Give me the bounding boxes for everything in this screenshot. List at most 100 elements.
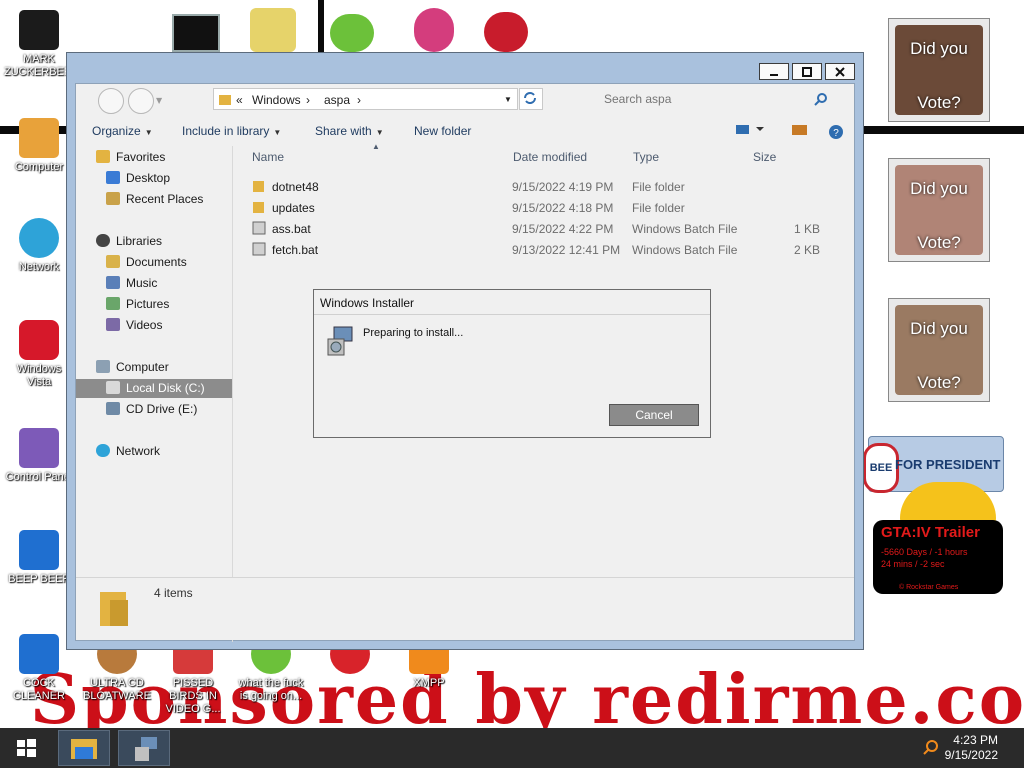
desktop-icon-label: Network [18,261,60,273]
minimize-icon [770,73,778,76]
address-dropdown-icon[interactable]: ▼ [504,95,512,104]
column-size[interactable]: Size [753,150,776,164]
nav-network[interactable]: Network [96,442,160,461]
nav-music-label: Music [126,276,158,290]
address-bar[interactable]: « Windows › aspa › ▼ [213,88,518,110]
column-name[interactable]: Name [252,150,284,164]
search-icon[interactable] [814,92,828,106]
desktop-icon-label: BEEP BEEP [8,573,70,585]
search-icon[interactable] [922,739,940,757]
folder-icon [253,181,264,192]
change-view-button[interactable] [736,124,766,139]
file-row[interactable]: fetch.bat 9/13/2022 12:41 PM Windows Bat… [232,239,854,260]
desktop-icon-computer[interactable]: Computer [4,118,74,174]
desktop-icon-beep-beep[interactable]: BEEP BEEP [4,530,74,586]
installer-icon [327,326,353,356]
file-explorer-icon [71,739,97,759]
include-in-library-button[interactable]: Include in library ▼ [182,124,281,138]
taskbar-explorer-button[interactable] [58,730,110,766]
nav-favorites[interactable]: Favorites [96,148,165,167]
nav-computer-label: Computer [116,360,169,374]
clock-time: 4:23 PM [953,733,998,747]
wallpaper-stripe [318,0,324,52]
refresh-button[interactable] [519,88,543,110]
desktop-icon-cock-cleaner[interactable]: COCK CLEANER [4,634,74,703]
taskbar-installer-button[interactable] [118,730,170,766]
file-row[interactable]: updates 9/15/2022 4:18 PM File folder [232,197,854,218]
gta-widget[interactable]: GTA:IV Trailer -5660 Days / -1 hours 24 m… [873,520,1003,594]
close-button[interactable] [825,63,855,80]
nav-network-label: Network [116,444,161,458]
minimize-button[interactable] [759,63,789,80]
nav-music[interactable]: Music [106,274,157,293]
navigation-pane: Favorites Desktop Recent Places Librarie… [76,146,233,642]
nav-videos[interactable]: Videos [106,316,162,335]
nav-computer[interactable]: Computer [96,358,169,377]
desktop-icon-control-panel[interactable]: Control Panel [4,428,74,484]
cancel-button[interactable]: Cancel [609,404,699,426]
clock-date: 9/15/2022 [944,748,998,762]
desktop-icon-label: XMPP [413,677,445,689]
search-input[interactable] [602,90,806,108]
desktop-icon-windows-vista[interactable]: Windows Vista [4,320,74,389]
star-icon [96,150,110,163]
new-folder-button[interactable]: New folder [414,124,471,138]
history-dropdown-icon[interactable]: ▼ [156,96,162,105]
forward-button[interactable] [128,88,154,114]
maximize-button[interactable] [792,63,822,80]
cmd-icon[interactable] [172,14,220,52]
nav-documents-label: Documents [126,255,187,269]
vote-widget[interactable]: Did you Vote? [888,298,990,402]
gta-line2: 24 mins / -2 sec [881,559,945,569]
folder-tools-icon[interactable] [250,8,296,52]
gta-line1: -5660 Days / -1 hours [881,547,968,557]
gta-title: GTA:IV Trailer [881,524,980,541]
nav-libraries-label: Libraries [116,234,163,248]
pissed-bird-icon[interactable] [330,14,374,52]
share-with-button[interactable]: Share with ▼ [315,124,384,138]
taskbar: 4:23 PM 9/15/2022 [0,728,1024,768]
blue-panel-icon [19,530,59,570]
desktop-icon-network[interactable]: Network [4,218,74,274]
search-box[interactable] [598,88,834,110]
desktop-icon-label: Windows Vista [16,363,62,388]
new-folder-label: New folder [414,124,472,138]
system-clock[interactable]: 4:23 PM 9/15/2022 [945,733,998,763]
nav-cd-drive[interactable]: CD Drive (E:) [106,400,197,419]
vote-widget[interactable]: Did you Vote? [888,158,990,262]
file-date: 9/15/2022 4:22 PM [512,222,614,236]
vote-widget[interactable]: Did you Vote? [888,18,990,122]
column-type[interactable]: Type [633,150,659,164]
desktop-icon-mark-zuckerberg[interactable]: MARK ZUCKERBERG [4,10,80,79]
person-icon [19,10,59,50]
column-date[interactable]: Date modified [513,150,587,164]
chevron-down-icon: ▼ [144,128,153,137]
back-button[interactable] [98,88,124,114]
nav-libraries[interactable]: Libraries [96,232,162,251]
breadcrumb-windows[interactable]: Windows [252,93,301,107]
start-button[interactable] [0,730,52,766]
nav-desktop[interactable]: Desktop [106,169,170,188]
batch-file-icon [252,242,266,256]
sort-arrow-icon: ▲ [372,142,380,151]
help-button[interactable]: ? [828,124,844,143]
organize-button[interactable]: Organize ▼ [92,124,153,138]
help-icon: ? [829,125,843,139]
nav-recent-places[interactable]: Recent Places [106,190,203,209]
nav-pictures[interactable]: Pictures [106,295,169,314]
paint-icon[interactable] [414,8,454,52]
file-row[interactable]: ass.bat 9/15/2022 4:22 PM Windows Batch … [232,218,854,239]
caption-buttons [756,63,855,80]
file-row[interactable]: dotnet48 9/15/2022 4:19 PM File folder [232,176,854,197]
dev-cpp-icon[interactable] [484,12,528,52]
breadcrumb-prefix[interactable]: « [236,93,243,107]
nav-pictures-label: Pictures [126,297,170,311]
nav-local-disk[interactable]: Local Disk (C:) [76,379,232,398]
file-size: 1 KB [794,222,821,236]
preview-pane-button[interactable] [792,124,808,139]
breadcrumb-aspa[interactable]: aspa [324,93,350,107]
file-name: ass.bat [272,222,311,236]
nav-documents[interactable]: Documents [106,253,187,272]
nav-recent-label: Recent Places [126,192,204,206]
chevron-down-icon: ▼ [273,128,282,137]
